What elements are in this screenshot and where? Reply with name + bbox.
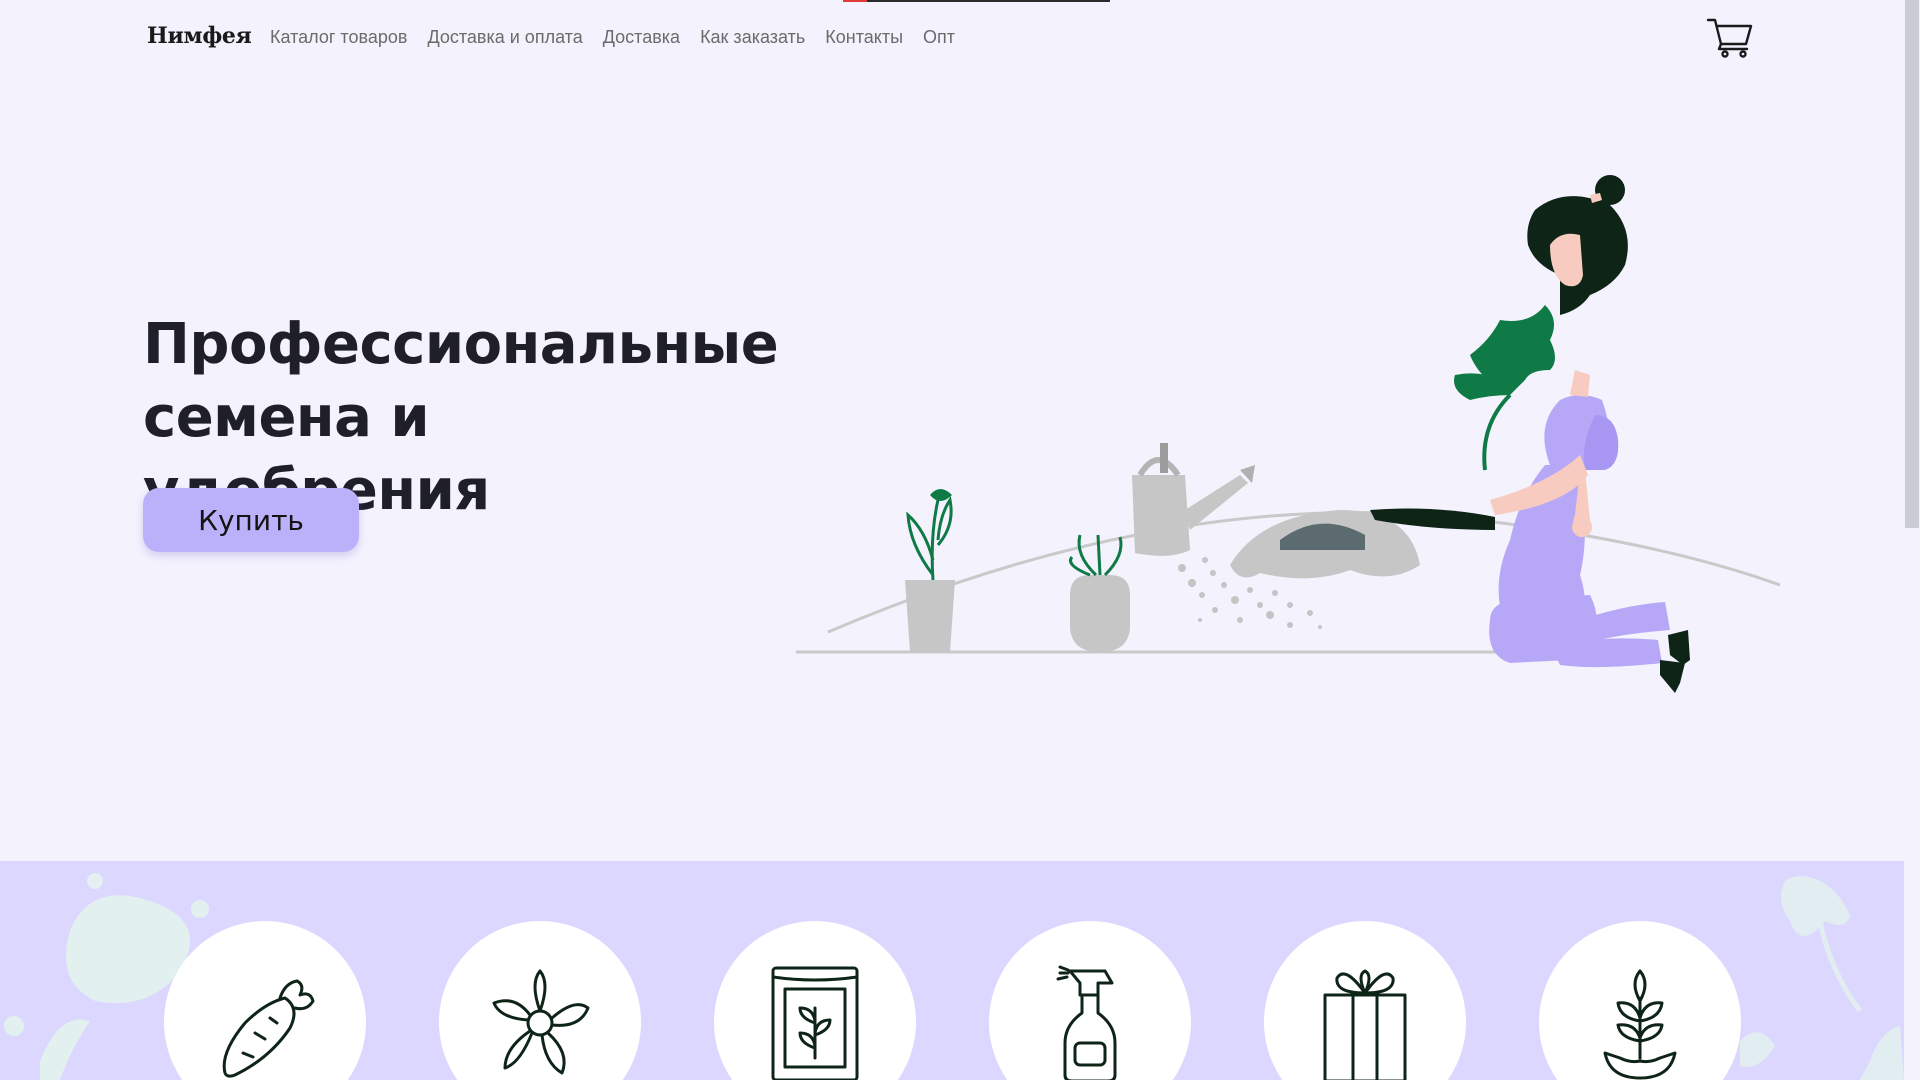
nav-wholesale[interactable]: Опт	[923, 27, 955, 48]
flower-icon	[492, 969, 590, 1075]
nav-delivery-payment[interactable]: Доставка и оплата	[427, 27, 582, 48]
nav-contacts[interactable]: Контакты	[825, 27, 903, 48]
nav-catalog[interactable]: Каталог товаров	[270, 27, 407, 48]
site-logo[interactable]: Нимфея	[147, 23, 252, 49]
gift-box-icon	[1323, 969, 1407, 1080]
seed-packet-icon	[771, 966, 859, 1080]
scrollbar-thumb[interactable]	[1905, 0, 1919, 528]
woman-gardening-illustration	[790, 165, 1790, 695]
categories-band	[0, 861, 1904, 1080]
nav-how-to-order[interactable]: Как заказать	[700, 27, 805, 48]
spray-bottle-icon	[1056, 965, 1117, 1080]
buy-button[interactable]: Купить	[143, 488, 359, 552]
carrot-icon	[222, 979, 315, 1078]
site-header: Нимфея Каталог товаров Доставка и оплата…	[0, 0, 1904, 76]
main-nav: Каталог товаров Доставка и оплата Достав…	[270, 27, 955, 48]
scrollbar-track[interactable]	[1904, 0, 1920, 1080]
nav-delivery[interactable]: Доставка	[603, 27, 680, 48]
cart-icon[interactable]	[1706, 16, 1754, 58]
seedling-pot-icon	[1603, 969, 1677, 1080]
